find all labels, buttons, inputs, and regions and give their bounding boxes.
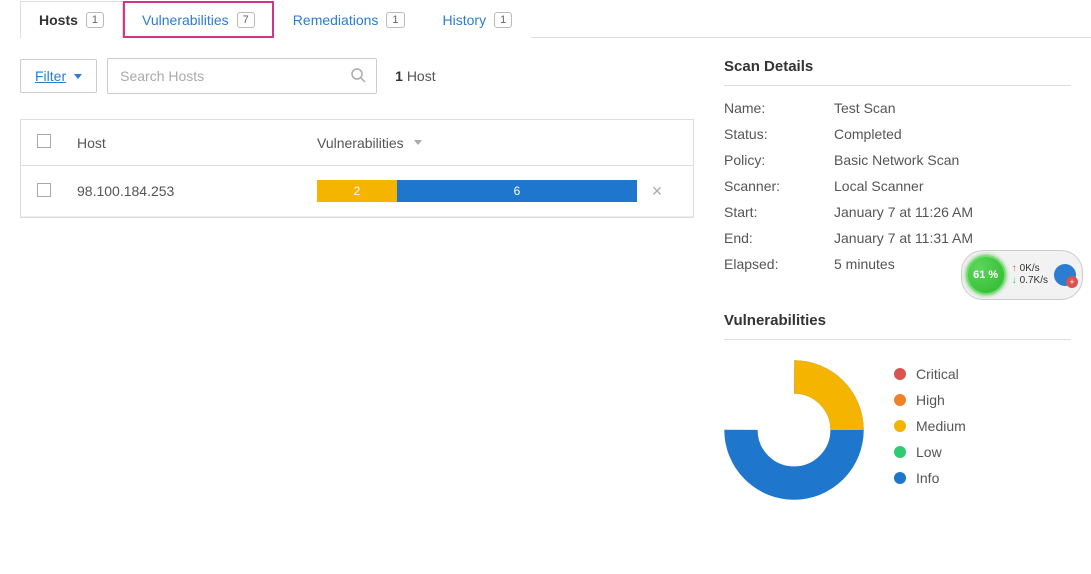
widget-expand-button[interactable]: + [1054, 264, 1076, 286]
tab-vulnerabilities[interactable]: Vulnerabilities 7 [123, 1, 274, 38]
vuln-bar-medium: 2 [317, 180, 397, 202]
detail-label: Start: [724, 204, 834, 220]
arrow-up-icon: ↑ [1012, 263, 1017, 275]
toolbar: Filter 1 Host [20, 58, 694, 94]
tab-badge: 7 [237, 12, 255, 28]
search-input[interactable] [118, 67, 350, 85]
tabs-bar: Hosts 1 Vulnerabilities 7 Remediations 1… [20, 0, 1091, 38]
tab-badge: 1 [494, 12, 512, 28]
vulnerabilities-donut [724, 360, 864, 500]
legend-item-high[interactable]: High [894, 392, 966, 408]
filter-label: Filter [35, 68, 66, 84]
arrow-down-icon: ↓ [1012, 275, 1017, 287]
speed-stats: ↑0K/s ↓0.7K/s [1012, 263, 1048, 287]
tab-remediations[interactable]: Remediations 1 [274, 1, 424, 38]
detail-label: Scanner: [724, 178, 834, 194]
detail-label: Policy: [724, 152, 834, 168]
detail-label: Elapsed: [724, 256, 834, 272]
vuln-bar-info: 6 [397, 180, 637, 202]
vuln-legend: Critical High Medium Low Info [894, 360, 966, 486]
col-host-header[interactable]: Host [77, 135, 317, 151]
filter-button[interactable]: Filter [20, 59, 97, 93]
host-table: Host Vulnerabilities 98.100.184.253 2 6 [20, 119, 694, 218]
row-vuln-bar: 2 6 [317, 180, 637, 202]
host-count: 1 Host [387, 68, 435, 84]
vulnerabilities-title: Vulnerabilities [724, 312, 1071, 340]
tab-label: History [443, 12, 487, 28]
legend-item-low[interactable]: Low [894, 444, 966, 460]
detail-value: Test Scan [834, 100, 1071, 116]
row-checkbox[interactable] [37, 183, 51, 197]
legend-item-medium[interactable]: Medium [894, 418, 966, 434]
select-all-checkbox[interactable] [37, 134, 51, 148]
tab-label: Vulnerabilities [142, 12, 229, 28]
dot-low-icon [894, 446, 906, 458]
legend-item-critical[interactable]: Critical [894, 366, 966, 382]
dot-critical-icon [894, 368, 906, 380]
tab-label: Hosts [39, 12, 78, 28]
dot-info-icon [894, 472, 906, 484]
detail-label: End: [724, 230, 834, 246]
detail-value: Basic Network Scan [834, 152, 1071, 168]
col-vuln-header[interactable]: Vulnerabilities [317, 135, 637, 151]
detail-value: Local Scanner [834, 178, 1071, 194]
speed-percent: 61 % [966, 255, 1006, 295]
tab-label: Remediations [293, 12, 379, 28]
dot-medium-icon [894, 420, 906, 432]
row-remove-button[interactable]: × [637, 181, 677, 202]
table-header: Host Vulnerabilities [21, 120, 693, 166]
dot-high-icon [894, 394, 906, 406]
tab-badge: 1 [386, 12, 404, 28]
chevron-down-icon [74, 74, 82, 79]
search-icon [350, 67, 366, 86]
tab-history[interactable]: History 1 [424, 1, 532, 38]
scan-details: Name: Test Scan Status: Completed Policy… [724, 100, 1071, 272]
scan-details-title: Scan Details [724, 58, 1071, 86]
detail-value: Completed [834, 126, 1071, 142]
legend-item-info[interactable]: Info [894, 470, 966, 486]
plus-icon: + [1066, 276, 1078, 288]
table-row[interactable]: 98.100.184.253 2 6 × [21, 166, 693, 217]
row-host: 98.100.184.253 [77, 183, 317, 199]
close-icon: × [652, 181, 663, 201]
search-input-wrap[interactable] [107, 58, 377, 94]
detail-value: January 7 at 11:31 AM [834, 230, 1071, 246]
detail-label: Name: [724, 100, 834, 116]
detail-value: January 7 at 11:26 AM [834, 204, 1071, 220]
network-speed-widget[interactable]: 61 % ↑0K/s ↓0.7K/s + [961, 250, 1083, 300]
tab-badge: 1 [86, 12, 104, 28]
detail-label: Status: [724, 126, 834, 142]
tab-hosts[interactable]: Hosts 1 [20, 1, 123, 38]
sort-caret-icon [414, 140, 422, 145]
